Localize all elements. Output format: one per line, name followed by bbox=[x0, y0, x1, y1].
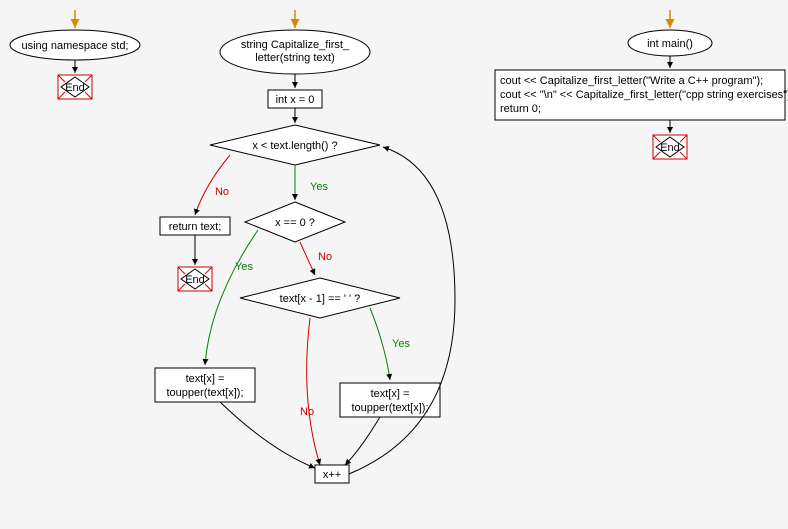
process-label-line1: text[x] = bbox=[371, 388, 410, 400]
process-label: x++ bbox=[323, 469, 341, 481]
decision-label: x < text.length() ? bbox=[252, 140, 337, 152]
decision-label: text[x - 1] == ' ' ? bbox=[280, 293, 361, 305]
edge-no bbox=[300, 242, 315, 275]
process-label: int x = 0 bbox=[276, 94, 315, 106]
process-label-line2: toupper(text[x]); bbox=[166, 387, 243, 399]
code-line1: cout << Capitalize_first_letter("Write a… bbox=[500, 75, 763, 87]
end-label: End bbox=[660, 142, 680, 154]
decision-label: x == 0 ? bbox=[275, 217, 315, 229]
terminator-label-line1: string Capitalize_first_ bbox=[241, 39, 350, 51]
edge-label-yes: Yes bbox=[310, 181, 328, 193]
edge-no bbox=[195, 155, 230, 215]
process-label: return text; bbox=[169, 221, 222, 233]
namespace-subchart: using namespace std; End bbox=[10, 10, 140, 99]
code-line2: cout << "\n" << Capitalize_first_letter(… bbox=[500, 89, 788, 101]
process-label-line1: text[x] = bbox=[186, 373, 225, 385]
end-node: End bbox=[58, 75, 92, 99]
end-node: End bbox=[653, 135, 687, 159]
end-label: End bbox=[65, 82, 85, 94]
edge-yes bbox=[370, 308, 390, 380]
capitalize-subchart: string Capitalize_first_ letter(string t… bbox=[155, 10, 455, 483]
edge-label-no: No bbox=[300, 406, 314, 418]
loopback-line bbox=[349, 147, 455, 474]
code-line3: return 0; bbox=[500, 103, 541, 115]
terminator-label: using namespace std; bbox=[21, 40, 128, 52]
main-subchart: int main() cout << Capitalize_first_lett… bbox=[495, 10, 788, 159]
edge-label-no: No bbox=[318, 251, 332, 263]
end-label: End bbox=[185, 274, 205, 286]
end-node: End bbox=[178, 267, 212, 291]
edge-label-no: No bbox=[215, 186, 229, 198]
terminator-label: int main() bbox=[647, 38, 693, 50]
connector-line bbox=[345, 417, 380, 465]
terminator-label-line2: letter(string text) bbox=[255, 52, 334, 64]
edge-label-yes: Yes bbox=[392, 338, 410, 350]
edge-no bbox=[307, 318, 320, 465]
flowchart-canvas: using namespace std; End string Capitali… bbox=[0, 0, 788, 529]
process-label-line2: toupper(text[x]); bbox=[351, 402, 428, 414]
edge-label-yes: Yes bbox=[235, 261, 253, 273]
